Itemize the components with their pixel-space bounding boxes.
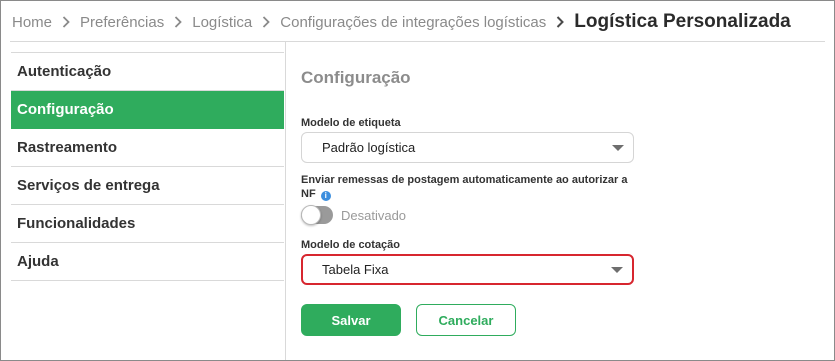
sidebar-item-label: Rastreamento [17,139,118,156]
modelo-etiqueta-label: Modelo de etiqueta [301,117,401,129]
sidebar: Autenticação Configuração Rastreamento S… [11,52,284,281]
sidebar-item-configuracao[interactable]: Configuração [11,91,284,129]
chevron-right-icon [175,16,183,28]
sidebar-item-rastreamento[interactable]: Rastreamento [11,129,284,167]
select-value: Tabela Fixa [322,262,389,277]
enviar-remessas-label: Enviar remessas de postagem automaticame… [301,173,631,201]
sidebar-divider [285,42,286,360]
sidebar-item-servicos-de-entrega[interactable]: Serviços de entrega [11,167,284,205]
sidebar-item-label: Funcionalidades [17,215,136,232]
section-title: Configuração [301,68,411,87]
breadcrumb-logistica[interactable]: Logística [192,14,252,31]
chevron-right-icon [62,16,70,28]
toggle-status-label: Desativado [341,207,407,223]
toggle-knob [301,205,321,225]
sidebar-item-label: Autenticação [17,63,112,80]
modelo-cotacao-select[interactable]: Tabela Fixa [301,254,634,285]
breadcrumb-home[interactable]: Home [12,14,52,31]
sidebar-item-ajuda[interactable]: Ajuda [11,243,284,281]
sidebar-item-funcionalidades[interactable]: Funcionalidades [11,205,284,243]
sidebar-item-autenticacao[interactable]: Autenticação [11,53,284,91]
breadcrumb-preferencias[interactable]: Preferências [80,14,164,31]
modelo-cotacao-label: Modelo de cotação [301,239,401,251]
sidebar-item-label: Configuração [17,101,114,118]
sidebar-item-label: Serviços de entrega [17,177,160,194]
info-icon[interactable]: i [320,191,331,201]
chevron-right-icon [263,16,271,28]
enviar-remessas-toggle[interactable] [301,205,333,225]
main-panel: Configuração Modelo de etiqueta Padrão l… [301,0,821,361]
cancel-button[interactable]: Cancelar [416,304,516,336]
enviar-remessas-text: Enviar remessas de postagem automaticame… [301,174,628,200]
caret-down-icon [611,266,623,273]
select-value: Padrão logística [322,140,416,155]
save-button[interactable]: Salvar [301,304,401,336]
caret-down-icon [612,144,624,151]
enviar-remessas-toggle-row: Desativado [301,205,407,225]
modelo-etiqueta-select[interactable]: Padrão logística [301,132,634,163]
sidebar-item-label: Ajuda [17,253,59,270]
